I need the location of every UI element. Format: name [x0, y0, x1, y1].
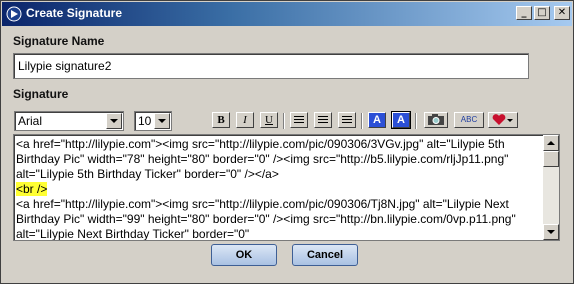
- italic-button[interactable]: I: [236, 112, 254, 128]
- spell-check-icon: ABC: [460, 115, 478, 124]
- maximize-button[interactable]: □: [534, 6, 550, 20]
- font-family-value: Arial: [18, 114, 43, 128]
- align-center-icon: [318, 116, 328, 124]
- window-title: Create Signature: [26, 6, 123, 20]
- signature-label: Signature: [13, 87, 69, 101]
- highlight-color-button[interactable]: A: [391, 111, 411, 129]
- align-right-icon: [342, 116, 352, 124]
- signature-editor[interactable]: <a href="http://lilypie.com"><img src="h…: [13, 134, 560, 241]
- ok-button[interactable]: OK: [211, 244, 277, 266]
- underline-button[interactable]: U: [260, 112, 278, 128]
- minimize-button[interactable]: _: [516, 6, 532, 20]
- scroll-up-button[interactable]: [543, 135, 559, 151]
- close-button[interactable]: ✕: [554, 6, 570, 20]
- scroll-thumb[interactable]: [543, 151, 559, 167]
- editor-scrollbar[interactable]: [543, 135, 559, 240]
- insert-image-button[interactable]: [424, 112, 448, 128]
- font-size-select[interactable]: 10: [134, 111, 172, 131]
- chevron-down-icon[interactable]: [106, 113, 122, 129]
- toolbar-divider: [415, 113, 417, 129]
- signature-name-input[interactable]: [13, 53, 529, 79]
- camera-icon: [428, 114, 444, 125]
- font-size-value: 10: [138, 114, 152, 128]
- text-color-button[interactable]: A: [368, 112, 386, 128]
- spell-check-button[interactable]: ABC: [454, 112, 484, 128]
- emoticon-button[interactable]: [488, 112, 518, 128]
- title-bar[interactable]: Create Signature _ □ ✕: [2, 2, 572, 26]
- bold-button[interactable]: B: [212, 112, 230, 128]
- align-left-icon: [294, 116, 304, 124]
- editor-line-highlighted: <br />: [16, 182, 48, 196]
- create-signature-dialog: Create Signature _ □ ✕ Signature Name Si…: [0, 0, 574, 284]
- font-family-select[interactable]: Arial: [14, 111, 124, 131]
- signature-editor-content[interactable]: <a href="http://lilypie.com"><img src="h…: [16, 137, 542, 241]
- signature-name-label: Signature Name: [13, 34, 105, 48]
- formatting-toolbar: Arial 10 B I U A A ABC: [12, 107, 560, 133]
- align-left-button[interactable]: [290, 112, 308, 128]
- toolbar-divider: [361, 113, 363, 129]
- scroll-down-button[interactable]: [543, 224, 559, 240]
- app-icon: [6, 6, 22, 22]
- cancel-button[interactable]: Cancel: [292, 244, 358, 266]
- editor-line: <a href="http://lilypie.com"><img src="h…: [16, 197, 516, 241]
- toolbar-divider: [283, 113, 285, 129]
- editor-line: <a href="http://lilypie.com"><img src="h…: [16, 137, 509, 181]
- align-right-button[interactable]: [338, 112, 356, 128]
- chevron-down-icon[interactable]: [154, 113, 170, 129]
- heart-icon: [492, 114, 513, 125]
- align-center-button[interactable]: [314, 112, 332, 128]
